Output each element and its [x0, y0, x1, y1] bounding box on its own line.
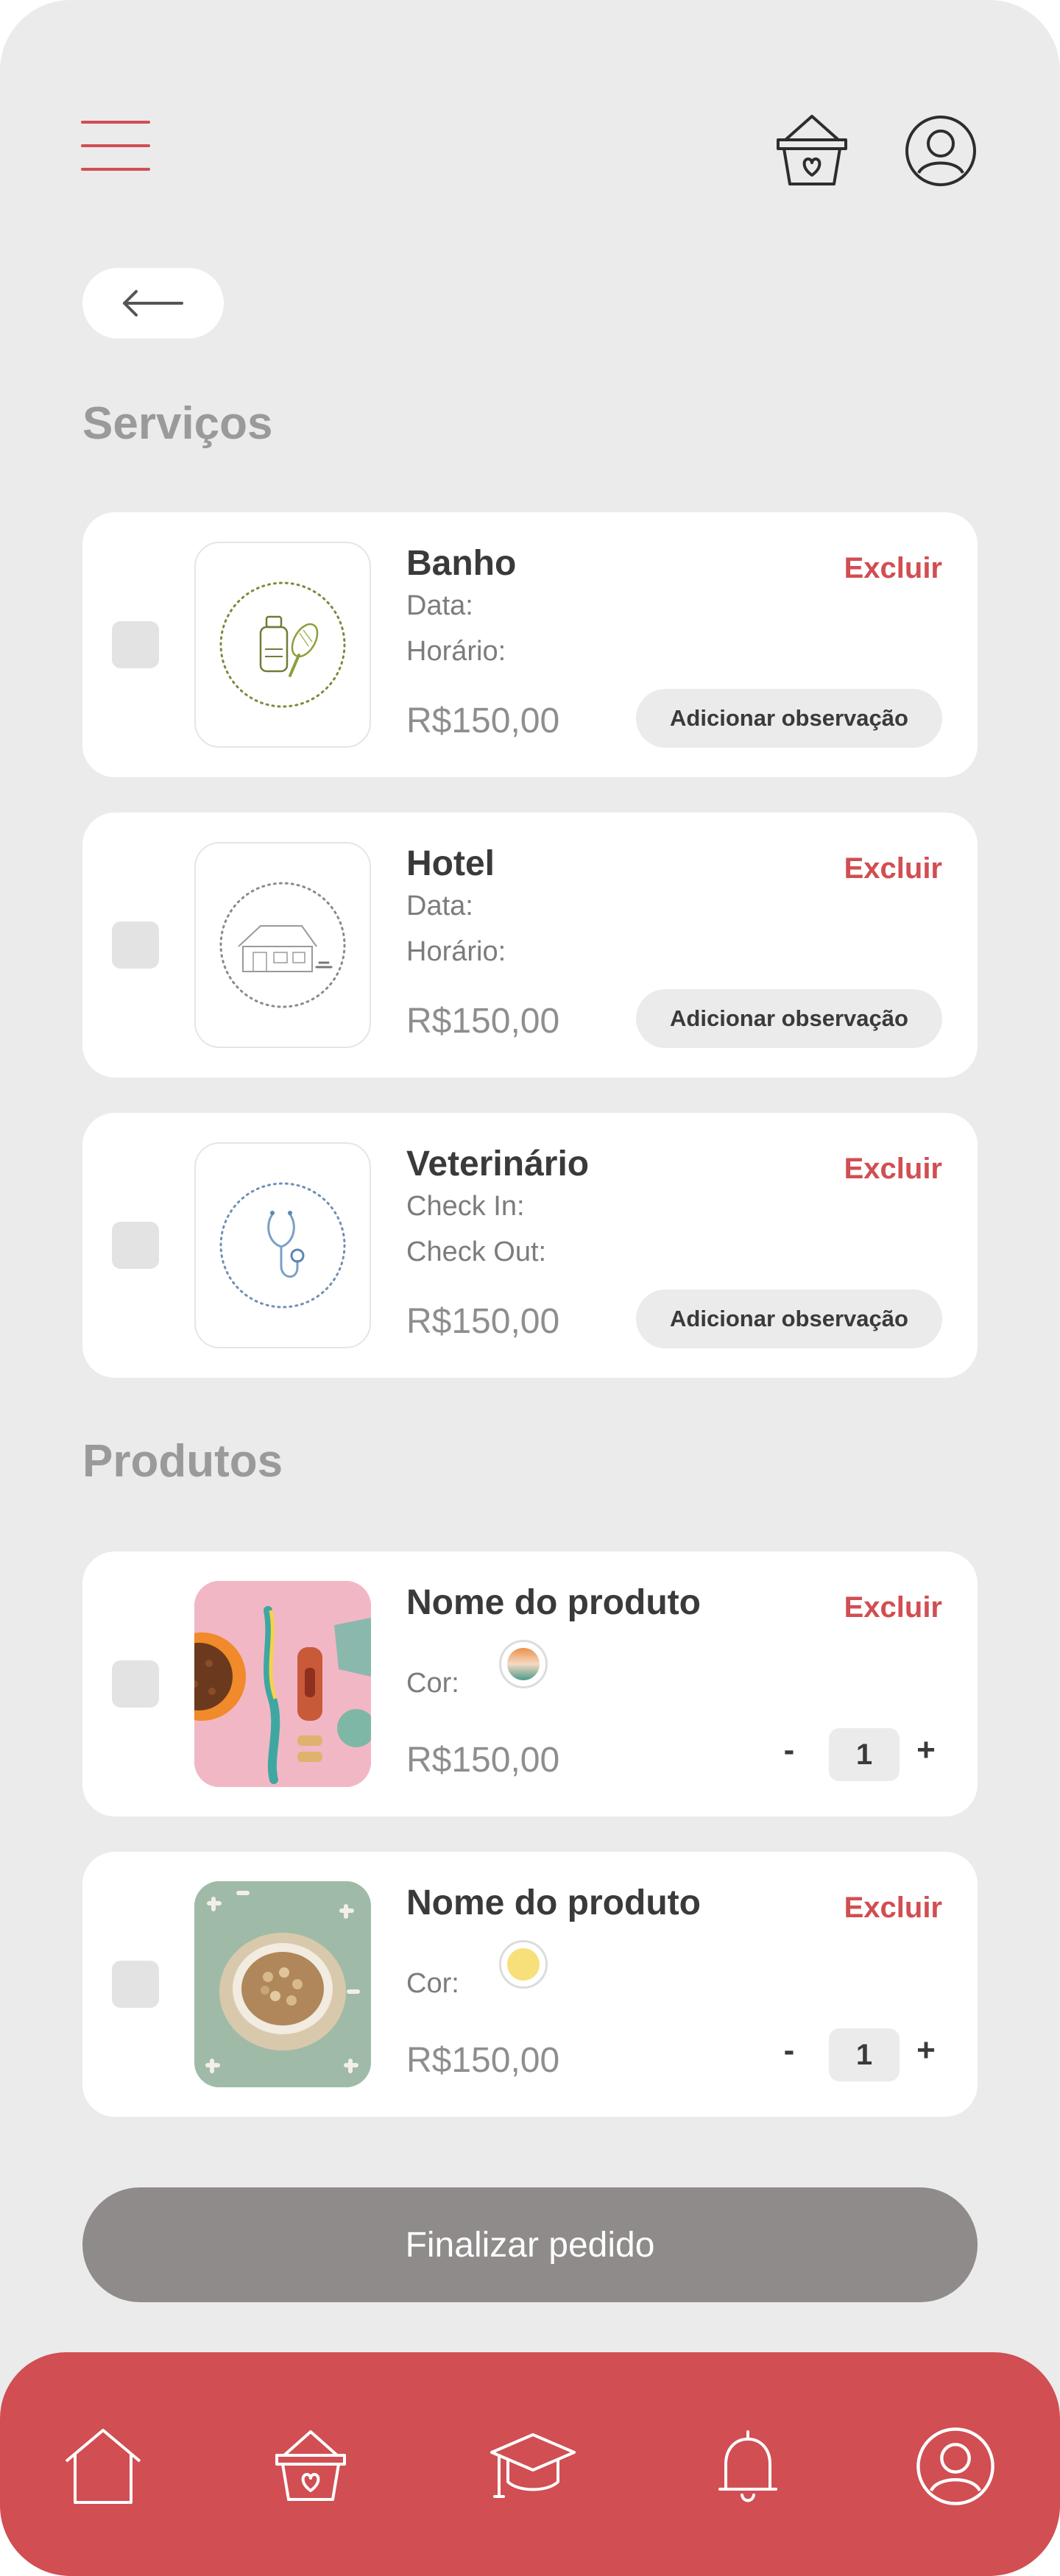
bath-products-icon [219, 581, 346, 708]
service-checkin-label: Check In: [406, 1191, 525, 1222]
product-card: Nome do produto Cor: R$150,00 Excluir - … [82, 1852, 978, 2117]
product-price: R$150,00 [406, 2041, 560, 2080]
delete-link[interactable]: Excluir [844, 1591, 942, 1624]
graduation-cap-icon[interactable] [489, 2426, 577, 2507]
product-name: Nome do produto [406, 1883, 701, 1922]
add-note-button[interactable]: Adicionar observação [636, 1289, 942, 1348]
select-checkbox[interactable] [112, 1222, 159, 1269]
service-time-label: Horário: [406, 936, 506, 967]
service-price: R$150,00 [406, 701, 560, 740]
product-photo-toys [194, 1581, 371, 1787]
service-name: Banho [406, 544, 517, 583]
cart-basket-icon[interactable] [775, 110, 849, 191]
quantity-value[interactable]: 1 [829, 2028, 900, 2081]
select-checkbox[interactable] [112, 621, 159, 668]
color-swatch[interactable] [499, 1640, 548, 1688]
finalize-order-button[interactable]: Finalizar pedido [82, 2187, 978, 2302]
service-checkout-label: Check Out: [406, 1236, 547, 1267]
service-card-veterinario: Veterinário Check In: Check Out: R$150,0… [82, 1113, 978, 1378]
service-thumbnail [194, 1142, 371, 1348]
add-note-button[interactable]: Adicionar observação [636, 689, 942, 748]
product-photo-food-bowl [194, 1881, 371, 2087]
product-name: Nome do produto [406, 1583, 701, 1622]
service-name: Veterinário [406, 1144, 590, 1183]
delete-link[interactable]: Excluir [844, 552, 942, 585]
quantity-decrease-button[interactable]: - [774, 2028, 804, 2073]
service-name: Hotel [406, 844, 495, 883]
delete-link[interactable]: Excluir [844, 1153, 942, 1186]
product-price: R$150,00 [406, 1741, 560, 1780]
service-thumbnail [194, 842, 371, 1048]
service-price: R$150,00 [406, 1002, 560, 1041]
pet-food-bowl-photo [194, 1881, 371, 2087]
delete-link[interactable]: Excluir [844, 852, 942, 885]
select-checkbox[interactable] [112, 921, 159, 969]
service-date-label: Data: [406, 590, 473, 621]
user-circle-icon[interactable] [911, 2426, 1000, 2507]
service-card-banho: Banho Data: Horário: R$150,00 Excluir Ad… [82, 512, 978, 777]
service-time-label: Horário: [406, 636, 506, 667]
bell-icon[interactable] [704, 2426, 792, 2507]
stethoscope-icon [219, 1182, 346, 1309]
select-checkbox[interactable] [112, 1961, 159, 2008]
service-thumbnail [194, 542, 371, 748]
arrow-left-icon [123, 290, 183, 316]
quantity-increase-button[interactable]: + [911, 1728, 941, 1772]
service-card-hotel: Hotel Data: Horário: R$150,00 Excluir Ad… [82, 813, 978, 1078]
hamburger-menu-icon[interactable] [81, 118, 150, 174]
product-color-label: Cor: [406, 1668, 459, 1699]
select-checkbox[interactable] [112, 1660, 159, 1708]
service-price: R$150,00 [406, 1302, 560, 1341]
quantity-decrease-button[interactable]: - [774, 1728, 804, 1772]
quantity-value[interactable]: 1 [829, 1728, 900, 1781]
service-date-label: Data: [406, 891, 473, 921]
delete-link[interactable]: Excluir [844, 1892, 942, 1925]
pet-toys-photo [194, 1581, 371, 1787]
quantity-increase-button[interactable]: + [911, 2028, 941, 2073]
color-swatch[interactable] [499, 1940, 548, 1989]
bottom-navigation [0, 2352, 1060, 2576]
product-color-label: Cor: [406, 1968, 459, 1999]
services-section-title: Serviços [82, 398, 273, 449]
add-note-button[interactable]: Adicionar observação [636, 989, 942, 1048]
basket-heart-icon[interactable] [266, 2426, 355, 2507]
pet-house-icon [219, 882, 346, 1008]
back-button[interactable] [82, 268, 224, 339]
home-icon[interactable] [59, 2426, 147, 2507]
screen: Serviços Banho Data: Horário: R$150,00 E… [0, 0, 1060, 2576]
products-section-title: Produtos [82, 1436, 283, 1487]
product-card: Nome do produto Cor: R$150,00 Excluir - … [82, 1551, 978, 1816]
user-profile-icon[interactable] [904, 114, 978, 195]
